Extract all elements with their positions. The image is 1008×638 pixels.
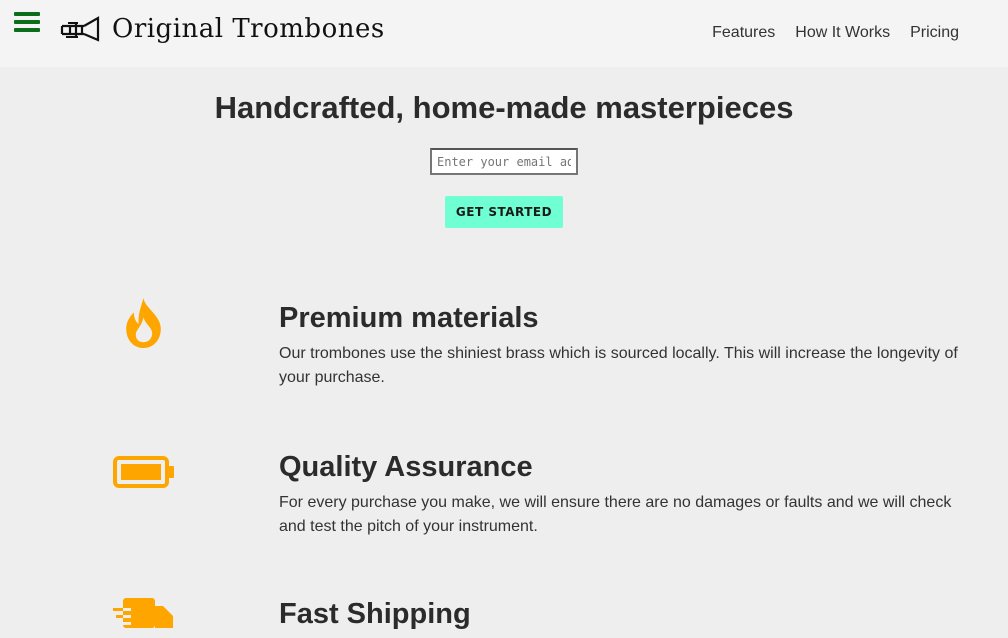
nav-link-features[interactable]: Features — [712, 24, 775, 42]
fire-icon — [126, 298, 161, 348]
nav-link-how-it-works[interactable]: How It Works — [795, 24, 890, 42]
feature-title: Quality Assurance — [279, 451, 533, 483]
site-header: Original Trombones Features How It Works… — [0, 0, 1008, 67]
feature-description: Our trombones use the shiniest brass whi… — [279, 345, 958, 386]
nav-link-pricing[interactable]: Pricing — [910, 24, 959, 42]
feature-title: Fast Shipping — [279, 598, 471, 630]
hero-title: Handcrafted, home-made masterpieces — [214, 90, 794, 125]
email-input[interactable] — [430, 148, 578, 175]
logo-text: Original Trombones — [112, 14, 385, 44]
site-logo[interactable]: Original Trombones — [60, 14, 385, 44]
trombone-icon — [60, 16, 100, 42]
feature-title: Premium materials — [279, 302, 539, 334]
get-started-button[interactable]: GET STARTED — [445, 196, 563, 228]
battery-icon — [113, 456, 174, 488]
shipping-truck-icon — [113, 598, 173, 628]
hamburger-menu-icon[interactable] — [14, 12, 40, 34]
main-nav: Features How It Works Pricing — [712, 24, 959, 42]
feature-description: For every purchase you make, we will ens… — [279, 494, 952, 535]
